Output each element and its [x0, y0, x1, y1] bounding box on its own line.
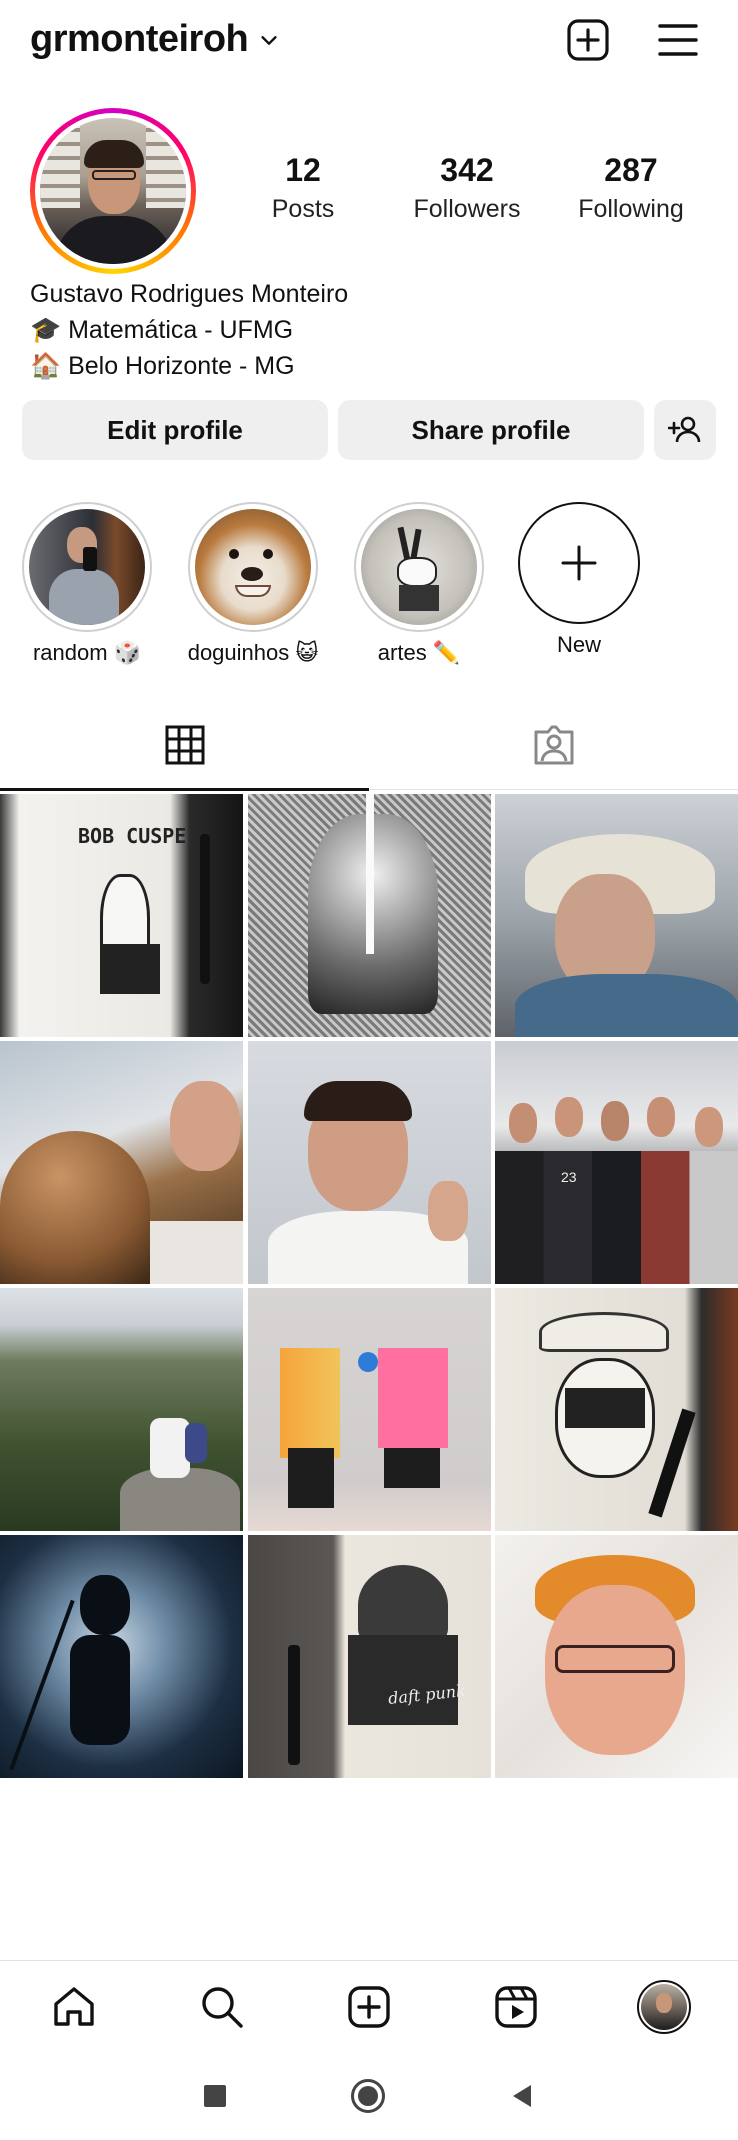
username: grmonteiroh	[30, 18, 249, 60]
chevron-down-icon	[261, 35, 277, 45]
highlight-artes[interactable]: artes ✏️	[349, 502, 489, 666]
add-person-icon	[668, 416, 701, 443]
share-profile-button[interactable]: Share profile	[338, 400, 644, 460]
menu-button[interactable]	[656, 18, 700, 62]
posts-value: 12	[285, 152, 321, 188]
edit-profile-button[interactable]: Edit profile	[22, 400, 328, 460]
bottom-navigation	[0, 1960, 738, 2050]
plus-icon	[561, 545, 597, 581]
post-caption-text: 23	[561, 1169, 577, 1185]
posts-count[interactable]: 12 Posts	[218, 152, 388, 224]
posts-label: Posts	[271, 195, 335, 223]
highlight-new-label: New	[556, 632, 601, 657]
bio-line-location: 🏠 Belo Horizonte - MG	[30, 352, 295, 380]
bio-line-education: 🎓 Matemática - UFMG	[30, 316, 294, 344]
post-thumbnail[interactable]: BOB CUSPE	[0, 794, 243, 1037]
post-thumbnail[interactable]	[0, 1288, 243, 1531]
home-circle-icon	[351, 2079, 385, 2113]
reels-icon	[495, 1986, 537, 2028]
post-thumbnail[interactable]	[0, 1041, 243, 1284]
following-value: 287	[604, 152, 658, 188]
hamburger-menu-icon	[658, 24, 698, 56]
followers-value: 342	[440, 152, 494, 188]
highlight-doguinhos[interactable]: doguinhos 😺	[183, 502, 323, 666]
discover-people-button[interactable]	[654, 400, 716, 460]
tagged-person-icon	[534, 725, 573, 765]
profile-bio: Gustavo Rodrigues Monteiro 🎓 Matemática …	[30, 276, 348, 384]
following-count[interactable]: 287 Following	[546, 152, 716, 224]
post-thumbnail[interactable]	[247, 794, 491, 1037]
tab-grid[interactable]	[0, 700, 369, 791]
recents-button[interactable]	[193, 2074, 237, 2118]
nav-profile[interactable]	[636, 1979, 692, 2035]
home-button[interactable]	[346, 2074, 390, 2118]
profile-avatar-story-ring[interactable]	[30, 108, 196, 274]
post-thumbnail[interactable]	[495, 1535, 738, 1778]
create-icon	[348, 1986, 390, 2028]
username-switcher[interactable]: grmonteiroh	[30, 18, 280, 61]
search-icon	[202, 1987, 243, 2028]
post-thumbnail[interactable]	[0, 1535, 243, 1778]
profile-avatar	[637, 1980, 691, 2034]
back-button[interactable]	[500, 2074, 544, 2118]
post-thumbnail[interactable]: 23	[495, 1041, 738, 1284]
followers-label: Followers	[413, 195, 521, 223]
highlight-random[interactable]: random 🎲	[17, 502, 157, 666]
highlight-doguinhos-label: doguinhos 😺	[187, 640, 319, 665]
post-thumbnail[interactable]	[247, 1041, 491, 1284]
highlight-doguinhos-cover	[195, 509, 311, 625]
highlight-artes-label: artes ✏️	[377, 640, 461, 665]
highlight-artes-cover	[361, 509, 477, 625]
recents-square-icon	[204, 2085, 226, 2107]
post-thumbnail[interactable]	[247, 1288, 491, 1531]
display-name: Gustavo Rodrigues Monteiro	[30, 280, 349, 308]
profile-avatar	[40, 118, 186, 264]
highlight-random-cover	[29, 509, 145, 625]
nav-search[interactable]	[194, 1979, 250, 2035]
create-button[interactable]	[566, 18, 610, 62]
plus-square-icon	[567, 19, 609, 61]
grid-icon	[165, 725, 204, 765]
followers-count[interactable]: 342 Followers	[382, 152, 552, 224]
post-caption-text: BOB CUSPE	[78, 824, 187, 848]
highlight-random-label: random 🎲	[32, 640, 142, 665]
post-thumbnail[interactable]: daft punk	[247, 1535, 491, 1778]
top-bar: grmonteiroh	[0, 0, 738, 82]
nav-reels[interactable]	[488, 1979, 544, 2035]
home-icon	[54, 1987, 94, 2026]
tab-tagged[interactable]	[369, 700, 738, 790]
nav-home[interactable]	[46, 1979, 102, 2035]
system-navigation-bar	[0, 2052, 738, 2140]
following-label: Following	[578, 195, 684, 223]
profile-tabs	[0, 700, 738, 791]
nav-create[interactable]	[341, 1979, 397, 2035]
post-thumbnail[interactable]	[495, 794, 738, 1037]
highlight-new[interactable]: New	[509, 502, 649, 658]
posts-grid: BOB CUSPE 23 daft punk	[0, 794, 738, 1778]
post-thumbnail[interactable]	[495, 1288, 738, 1531]
back-triangle-icon	[513, 2085, 531, 2107]
